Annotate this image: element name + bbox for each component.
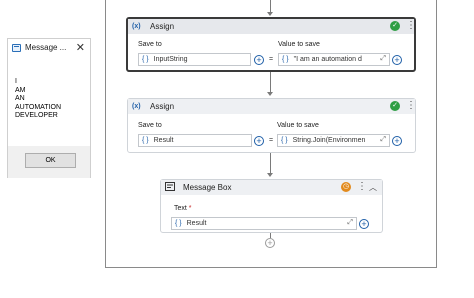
add-activity-button[interactable]: +	[265, 238, 275, 248]
variable-icon: { }	[282, 56, 289, 63]
assign-icon: (x)	[132, 23, 141, 30]
value-to-save-label: Value to save	[278, 41, 320, 48]
more-options-icon[interactable]: ⋮	[406, 21, 416, 31]
save-to-value: InputString	[153, 56, 188, 63]
valid-status-icon: ✓	[390, 21, 400, 31]
add-text-button[interactable]: +	[359, 219, 369, 229]
value-to-save-label: Value to save	[277, 122, 319, 129]
add-value-button[interactable]: +	[392, 136, 402, 146]
value-to-save-field[interactable]: { } String.Join(Environmen ⤢	[277, 134, 390, 147]
dialog-footer: OK	[8, 146, 90, 178]
expand-editor-icon[interactable]: ⤢	[380, 136, 386, 144]
canvas-right-border	[436, 0, 437, 268]
expand-editor-icon[interactable]: ⤢	[347, 219, 353, 227]
assign-activity-2[interactable]: (x) Assign ✓ ⋮ Save to Value to save { }…	[127, 98, 416, 153]
dialog-message: I AM AN AUTOMATION DEVELOPER	[15, 78, 62, 119]
ok-button[interactable]: OK	[25, 153, 76, 168]
activity-title: Message Box	[183, 183, 232, 192]
save-to-value: Result	[153, 137, 174, 144]
dialog-title: Message ...	[25, 43, 67, 52]
connector-line	[270, 72, 271, 92]
connector-line	[270, 153, 271, 173]
connector-arrow	[267, 173, 273, 177]
save-to-field[interactable]: { } Result	[138, 134, 252, 147]
canvas-bottom-border	[105, 267, 437, 268]
valid-status-icon: ✓	[390, 101, 400, 111]
message-box-glyph	[165, 182, 175, 191]
connector-arrow	[267, 92, 273, 96]
save-to-field[interactable]: { } InputString	[138, 53, 251, 66]
text-label: Text *	[174, 205, 192, 212]
activity-header[interactable]: (x) Assign	[128, 99, 415, 114]
connector-line	[270, 0, 271, 12]
activity-header[interactable]: (x) Assign	[128, 19, 414, 34]
connector-arrow	[267, 12, 273, 16]
value-expression: String.Join(Environmen	[292, 137, 366, 144]
save-to-label: Save to	[138, 122, 162, 129]
value-expression: "I am an automation d	[293, 56, 362, 63]
dialog-titlebar: Message ... ✕	[8, 39, 90, 58]
clock-warning-icon: ◷	[341, 182, 351, 192]
variable-icon: { }	[142, 56, 149, 63]
value-to-save-field[interactable]: { } "I am an automation d ⤢	[278, 53, 390, 66]
equals-sign: =	[269, 56, 274, 63]
required-mark: *	[188, 205, 192, 212]
close-icon[interactable]: ✕	[76, 41, 85, 54]
variable-icon: { }	[281, 137, 288, 144]
message-dialog: Message ... ✕ I AM AN AUTOMATION DEVELOP…	[7, 38, 91, 178]
variable-icon: { }	[175, 220, 182, 227]
text-label-name: Text	[174, 205, 187, 212]
more-options-icon[interactable]: ⋮	[357, 182, 367, 192]
activity-title: Assign	[150, 22, 175, 31]
collapse-icon[interactable]: ︿	[369, 183, 377, 193]
canvas-left-border	[105, 0, 106, 268]
equals-sign: =	[269, 137, 274, 144]
assign-icon: (x)	[132, 103, 141, 110]
variable-icon: { }	[142, 137, 149, 144]
app-window-icon	[12, 44, 21, 52]
text-field[interactable]: { } Result ⤢	[171, 217, 357, 230]
more-options-icon[interactable]: ⋮	[406, 101, 416, 111]
text-value: Result	[186, 220, 207, 227]
add-value-button[interactable]: +	[392, 55, 402, 65]
add-variable-button[interactable]: +	[254, 55, 264, 65]
message-box-activity[interactable]: Message Box ◷ ⋮ ︿ Text * { } Result ⤢ +	[160, 179, 383, 233]
message-box-icon	[165, 182, 179, 193]
add-variable-button[interactable]: +	[254, 136, 264, 146]
assign-activity-1[interactable]: (x) Assign ✓ ⋮ Save to Value to save { }…	[126, 17, 416, 72]
expand-editor-icon[interactable]: ⤢	[380, 55, 386, 63]
save-to-label: Save to	[138, 41, 162, 48]
activity-title: Assign	[150, 102, 175, 111]
